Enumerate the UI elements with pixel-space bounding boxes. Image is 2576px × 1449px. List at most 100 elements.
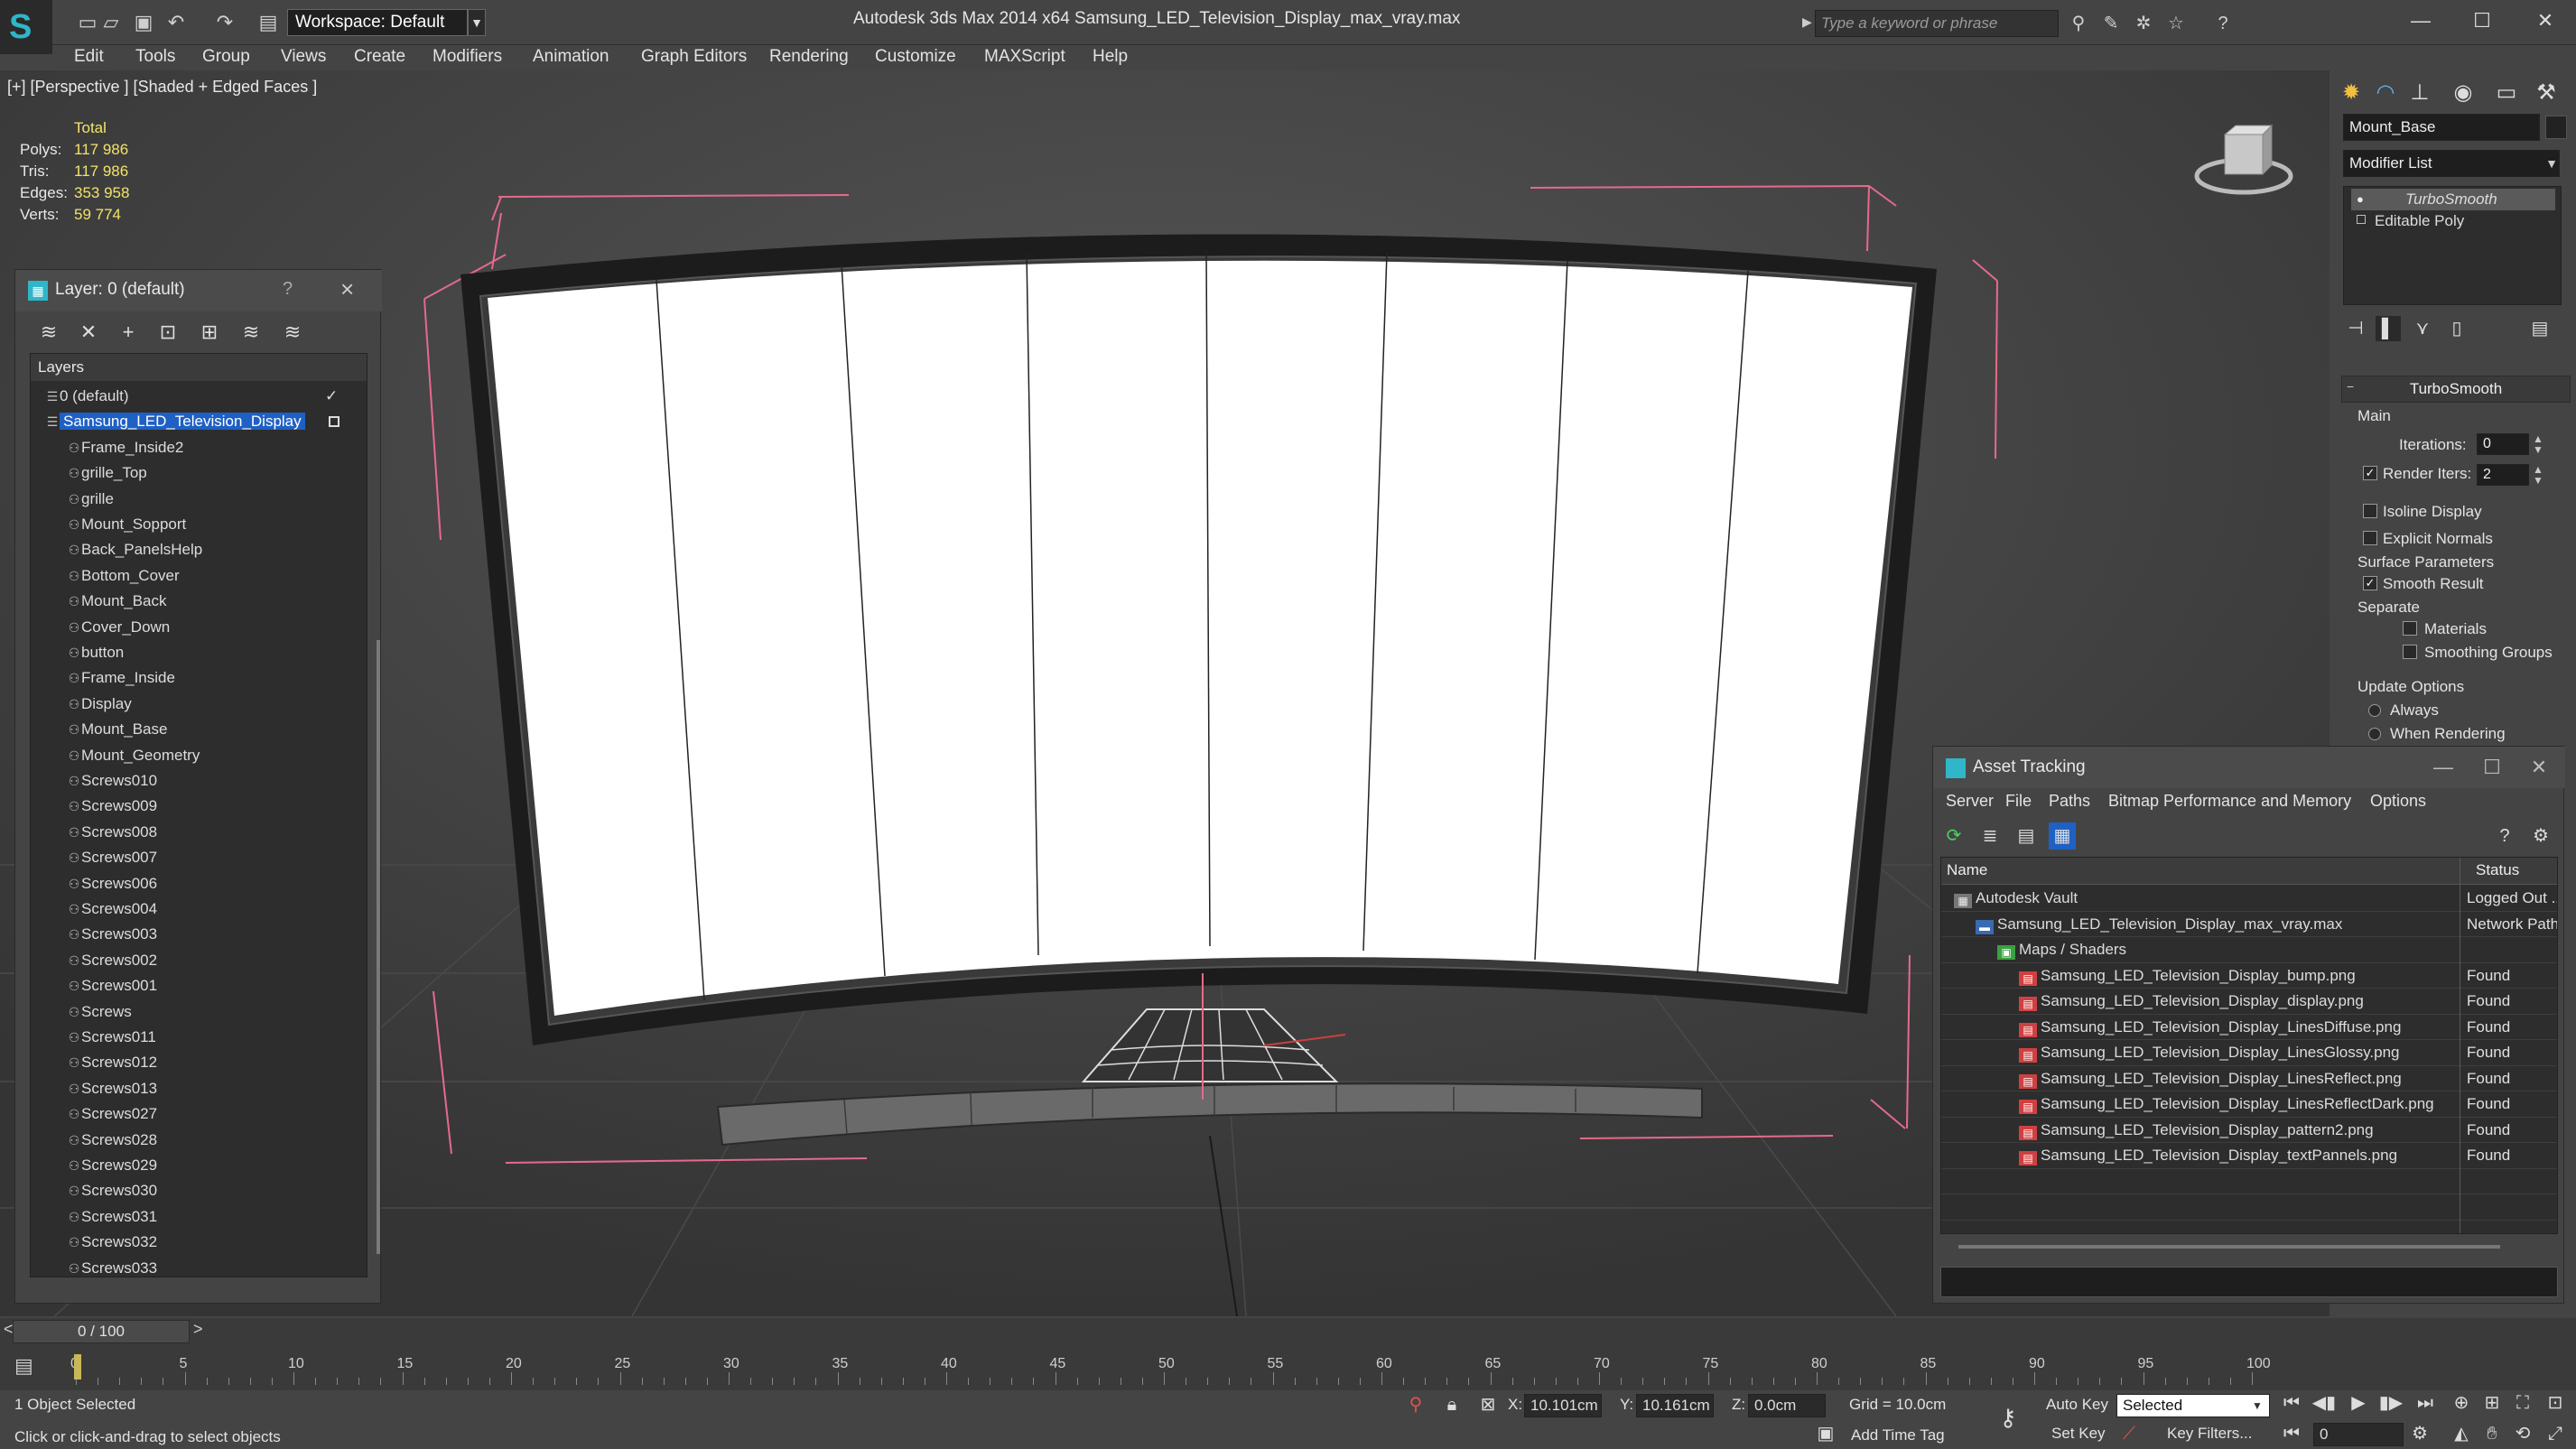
layer-row[interactable]: ⚇ Screws031 xyxy=(31,1204,354,1230)
layer-row[interactable]: ⚇ Screws004 xyxy=(31,896,354,922)
absolute-mode-icon[interactable]: ⊠ xyxy=(1475,1392,1501,1417)
menu-edit[interactable]: Edit xyxy=(74,47,104,67)
menu-views[interactable]: Views xyxy=(281,47,326,67)
layer-row[interactable]: ⚇ Screws009 xyxy=(31,794,354,819)
materials-checkbox[interactable] xyxy=(2403,621,2417,636)
make-unique-icon[interactable]: ⋎ xyxy=(2410,316,2435,341)
pin-stack-icon[interactable]: ⊣ xyxy=(2343,316,2368,341)
menu-animation[interactable]: Animation xyxy=(533,47,609,67)
highlight-icon[interactable]: ⊞ xyxy=(196,319,223,346)
layer-row[interactable]: ⚇ Screws032 xyxy=(31,1230,354,1255)
create-tab-icon[interactable]: ✹ xyxy=(2336,78,2367,108)
layer-row[interactable]: ⚇ Frame_Inside2 xyxy=(31,435,354,460)
smoothing-groups-checkbox[interactable] xyxy=(2403,645,2417,659)
undo-icon[interactable]: ↶ xyxy=(164,11,188,34)
layer-row[interactable]: ☰ Samsung_LED_Television_Display xyxy=(31,409,354,434)
z-coord-field[interactable]: 0.0cm xyxy=(1748,1394,1826,1417)
add-time-tag-icon[interactable]: ▣ xyxy=(1813,1421,1838,1446)
asset-tracking-titlebar[interactable]: Asset Tracking — ☐ ✕ xyxy=(1933,747,2565,788)
maximize-viewport-icon[interactable]: ⤢ xyxy=(2543,1421,2568,1446)
add-selection-icon[interactable]: + xyxy=(115,319,142,346)
current-frame-marker[interactable] xyxy=(74,1354,81,1379)
zoom-icon[interactable]: ⊕ xyxy=(2449,1390,2474,1416)
menu-paths[interactable]: Paths xyxy=(2049,792,2090,811)
layer-panel-titlebar[interactable]: ▦ Layer: 0 (default) ? × xyxy=(15,270,382,311)
maximize-icon[interactable]: ☐ xyxy=(2469,752,2515,783)
delete-icon[interactable]: ✕ xyxy=(75,319,102,346)
y-coord-field[interactable]: 10.161cm xyxy=(1636,1394,1714,1417)
render-iters-spinner[interactable]: 2 xyxy=(2477,464,2529,486)
minimize-icon[interactable]: — xyxy=(2398,5,2443,36)
chevron-down-icon[interactable]: ▼ xyxy=(468,9,486,36)
x-coord-field[interactable]: 10.101cm xyxy=(1524,1394,1602,1417)
menu-server[interactable]: Server xyxy=(1946,792,1994,811)
asset-scrollbar[interactable] xyxy=(1958,1245,2500,1249)
next-key-icon[interactable]: ▮▶ xyxy=(2378,1390,2404,1416)
binoculars-icon[interactable]: ⚲ xyxy=(2068,13,2089,34)
layer-row[interactable]: ⚇ Screws012 xyxy=(31,1050,354,1075)
layer-row[interactable]: ⚇ Screws001 xyxy=(31,973,354,999)
asset-row[interactable]: ▤ Samsung_LED_Television_Display_display.… xyxy=(1941,989,2557,1015)
search-input[interactable]: Type a keyword or phrase xyxy=(1815,10,2059,37)
turbosmooth-rollout[interactable]: TurboSmooth xyxy=(2341,376,2571,403)
layer-row[interactable]: ⚇ Screws027 xyxy=(31,1101,354,1127)
menu-rendering[interactable]: Rendering xyxy=(769,47,849,67)
asset-row[interactable]: ▤ Samsung_LED_Television_Display_LinesRef… xyxy=(1941,1066,2557,1091)
motion-tab-icon[interactable]: ◉ xyxy=(2448,78,2478,108)
zoom-all-icon[interactable]: ⊞ xyxy=(2479,1390,2505,1416)
asset-row[interactable]: ▦ Autodesk Vault Logged Out ... xyxy=(1941,886,2557,912)
isoline-display-checkbox[interactable] xyxy=(2363,504,2377,518)
layer-row[interactable]: ⚇ button xyxy=(31,640,354,665)
hierarchy-tab-icon[interactable]: ⊥ xyxy=(2404,78,2435,108)
go-to-end-icon[interactable]: ⏭ xyxy=(2413,1390,2438,1416)
iterations-spinner[interactable]: 0 xyxy=(2477,433,2529,455)
layer-row[interactable]: ⚇ Screws010 xyxy=(31,768,354,794)
when-rendering-radio[interactable] xyxy=(2368,728,2381,740)
help-icon[interactable]: ? xyxy=(2491,822,2518,850)
chevron-down-icon[interactable]: ▼ xyxy=(2252,1399,2263,1412)
workspace-dropdown[interactable]: Workspace: Default xyxy=(287,9,468,36)
layer-row[interactable]: ⚇ Mount_Base xyxy=(31,717,354,742)
layer-row[interactable]: ⚇ Screws003 xyxy=(31,922,354,947)
play-icon[interactable]: ▶ xyxy=(2346,1390,2371,1416)
zoom-extents-icon[interactable]: ⛶ xyxy=(2510,1390,2535,1416)
time-slider-thumb[interactable]: 0 / 100 xyxy=(13,1320,190,1343)
menu-group[interactable]: Group xyxy=(202,47,250,67)
close-icon[interactable]: × xyxy=(340,275,354,303)
go-to-start-icon[interactable]: ⏮ xyxy=(2279,1390,2304,1416)
object-color-swatch[interactable] xyxy=(2545,116,2567,139)
smooth-result-checkbox[interactable]: ✓ xyxy=(2363,576,2377,590)
zoom-extents-all-icon[interactable]: ⊡ xyxy=(2543,1390,2568,1416)
key-filters-button[interactable]: Key Filters... xyxy=(2167,1425,2252,1443)
make-current-box-icon[interactable] xyxy=(329,416,339,428)
layer-row[interactable]: ⚇ Screws028 xyxy=(31,1128,354,1153)
layer-row[interactable]: ⚇ Screws006 xyxy=(31,871,354,896)
stack-item-turbosmooth[interactable]: TurboSmooth xyxy=(2351,189,2555,210)
select-objects-icon[interactable]: ⊡ xyxy=(154,319,181,346)
lightbulb-icon[interactable]: ● xyxy=(2357,192,2364,206)
asset-row[interactable]: ▣ Maps / Shaders xyxy=(1941,937,2557,963)
communication-center-icon[interactable]: ✎ xyxy=(2100,13,2122,34)
menu-graph-editors[interactable]: Graph Editors xyxy=(641,47,747,67)
settings-icon[interactable]: ⚙ xyxy=(2527,822,2554,850)
viewport-label[interactable]: [+] [Perspective ] [Shaded + Edged Faces… xyxy=(7,78,317,97)
object-name-field[interactable]: Mount_Base xyxy=(2343,114,2540,141)
layer-row[interactable]: ⚇ Screws xyxy=(31,999,354,1025)
layer-row[interactable]: ⚇ Mount_Back xyxy=(31,589,354,614)
key-icon[interactable]: ⚷ xyxy=(1995,1405,2021,1430)
configure-sets-icon[interactable]: ▤ xyxy=(2527,316,2553,341)
current-layer-check-icon[interactable]: ✓ xyxy=(325,384,338,409)
asset-row[interactable]: ▤ Samsung_LED_Television_Display_LinesDif… xyxy=(1941,1015,2557,1040)
menu-help[interactable]: Help xyxy=(1093,47,1128,67)
display-tab-icon[interactable]: ▭ xyxy=(2491,78,2522,108)
layer-row[interactable]: ⚇ Screws030 xyxy=(31,1178,354,1203)
mini-curve-editor-icon[interactable]: ▤ xyxy=(14,1354,33,1378)
remove-modifier-icon[interactable]: ▯ xyxy=(2444,316,2469,341)
column-name[interactable]: Name xyxy=(1947,861,1987,879)
spinner-arrows-icon[interactable]: ▲ ▼ xyxy=(2533,433,2543,455)
set-key-mode-icon[interactable]: ⟋ xyxy=(2116,1421,2142,1446)
show-end-result-icon[interactable]: ▌ xyxy=(2376,316,2401,341)
pan-view-icon[interactable]: ✋︎ xyxy=(2479,1421,2505,1446)
add-time-tag-label[interactable]: Add Time Tag xyxy=(1851,1426,1945,1444)
subscription-icon[interactable]: ✲ xyxy=(2133,13,2154,34)
